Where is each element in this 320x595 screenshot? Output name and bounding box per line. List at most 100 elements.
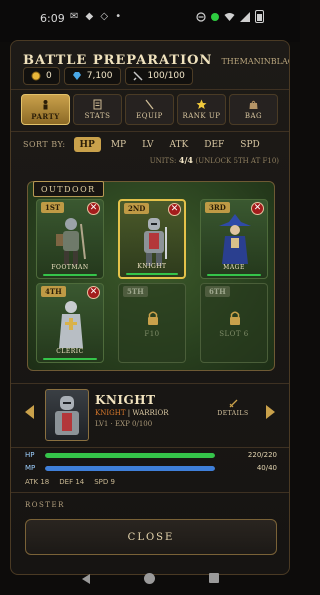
rank-badge: 4TH <box>41 286 66 297</box>
unit-stats: ATK 18 DEF 14 SPD 9 <box>25 478 115 486</box>
atk-stat: ATK 18 <box>25 478 50 486</box>
mp-value: 40/40 <box>256 464 277 472</box>
tab-bag[interactable]: BAG <box>229 94 278 125</box>
units-note: (UNLOCK 5TH AT F10) <box>195 157 279 165</box>
sort-spd-button[interactable]: SPD <box>234 137 265 152</box>
slot-label: SLOT 6 <box>219 330 249 338</box>
sort-mp-button[interactable]: MP <box>105 137 132 152</box>
resource-bar: 0 7,100 100/100 <box>23 67 193 85</box>
def-stat: DEF 14 <box>59 478 85 486</box>
slot-locked-6: 6TH SLOT 6 <box>200 283 268 363</box>
bag-icon <box>249 100 258 109</box>
slot-cleric[interactable]: 4TH ✕ CLERIC <box>36 283 104 363</box>
divider <box>11 492 289 493</box>
tab-label: EQUIP <box>136 112 163 120</box>
status-icons <box>196 10 264 23</box>
gem-value: 7,100 <box>86 71 113 81</box>
remove-unit-button[interactable]: ✕ <box>168 203 181 216</box>
notification-icons: ✉ ◆ ◇ • <box>70 11 124 22</box>
gem-counter: 7,100 <box>63 67 121 85</box>
gem-icon <box>72 72 81 80</box>
stamina-counter: 100/100 <box>124 67 193 85</box>
formation-field: OUTDOOR 1ST ✕ FOOTMAN 2ND ✕ KNIGHT 3RD ✕… <box>27 181 275 371</box>
stamina-value: 100/100 <box>147 71 185 81</box>
sort-lv-button[interactable]: LV <box>136 137 159 152</box>
stamina-icon <box>132 71 143 81</box>
mp-bar-fill <box>45 465 215 471</box>
divider <box>11 447 289 448</box>
slot-mage[interactable]: 3RD ✕ MAGE <box>200 199 268 279</box>
unit-name: MAGE <box>223 264 245 271</box>
coin-icon <box>31 71 41 81</box>
mp-label: MP <box>25 464 36 472</box>
divider <box>11 131 289 132</box>
coin-counter: 0 <box>23 67 60 85</box>
units-label: UNITS: <box>149 157 177 165</box>
selected-unit-detail: KNIGHT KNIGHT | WARRIOR LV1 · EXP 0/100 … <box>11 385 289 445</box>
rank-badge: 3RD <box>205 202 230 213</box>
recording-indicator-icon <box>211 12 219 21</box>
spd-stat: SPD 9 <box>94 478 115 486</box>
cleric-sprite <box>59 301 83 348</box>
party-icon <box>43 99 48 109</box>
close-button[interactable]: CLOSE <box>25 519 277 555</box>
unit-role: | WARRIOR <box>127 409 169 417</box>
tab-stats[interactable]: STATS <box>73 94 122 125</box>
details-button[interactable]: DETAILS <box>213 399 253 417</box>
sort-hp-button[interactable]: HP <box>73 137 101 152</box>
back-icon[interactable] <box>82 574 90 584</box>
remove-unit-button[interactable]: ✕ <box>251 202 264 215</box>
tab-party[interactable]: PARTY <box>21 94 70 125</box>
mp-bar-row: MP 40/40 <box>25 463 277 473</box>
rank-badge: 2ND <box>124 203 150 214</box>
footman-sprite <box>56 218 86 265</box>
slot-locked-5: 5TH F10 <box>118 283 186 363</box>
star-icon <box>196 99 207 109</box>
wifi-icon <box>224 12 235 21</box>
slot-footman[interactable]: 1ST ✕ FOOTMAN <box>36 199 104 279</box>
slot-knight[interactable]: 2ND ✕ KNIGHT <box>118 199 186 279</box>
unit-name: FOOTMAN <box>51 264 89 271</box>
unit-hp-bar <box>126 273 178 275</box>
page-title: BATTLE PREPARATION <box>23 53 213 68</box>
tab-label: RANK UP <box>182 112 221 120</box>
sort-def-button[interactable]: DEF <box>198 137 230 152</box>
tab-label: STATS <box>84 112 111 120</box>
tab-equip[interactable]: EQUIP <box>125 94 174 125</box>
stats-icon <box>93 99 102 110</box>
unit-hp-bar <box>43 274 97 276</box>
sort-bar: SORT BY: HP MP LV ATK DEF SPD <box>23 137 266 152</box>
home-icon[interactable] <box>144 573 155 584</box>
previous-unit-button[interactable] <box>25 405 34 419</box>
tab-label: PARTY <box>31 111 60 121</box>
status-time: 6:09 <box>40 12 65 25</box>
hp-bar-track <box>45 452 215 458</box>
unit-class: KNIGHT | WARRIOR <box>95 409 169 417</box>
coin-value: 0 <box>46 71 52 81</box>
recent-apps-icon[interactable] <box>209 573 219 583</box>
navigation-bar <box>0 562 300 595</box>
unit-portrait <box>45 389 89 441</box>
rank-badge: 5TH <box>123 286 148 297</box>
panel-header: BATTLE PREPARATION THEMANINBLACK · LV 1 <box>23 49 289 69</box>
hp-label: HP <box>25 451 35 459</box>
mage-sprite <box>219 214 251 264</box>
sword-icon <box>145 99 154 110</box>
sort-atk-button[interactable]: ATK <box>164 137 195 152</box>
dnd-icon <box>196 11 206 22</box>
hp-value: 220/220 <box>247 451 277 459</box>
divider <box>11 89 289 90</box>
remove-unit-button[interactable]: ✕ <box>87 202 100 215</box>
remove-unit-button[interactable]: ✕ <box>87 286 100 299</box>
tab-rank-up[interactable]: RANK UP <box>177 94 226 125</box>
signal-icon <box>240 11 250 22</box>
lock-icon <box>148 311 158 325</box>
sword-icon <box>229 399 237 408</box>
unit-hp-bar <box>43 358 97 360</box>
battery-icon <box>255 10 264 23</box>
next-unit-button[interactable] <box>266 405 275 419</box>
rank-badge: 1ST <box>41 202 65 213</box>
lock-icon <box>230 311 240 325</box>
status-bar: 6:09 ✉ ◆ ◇ • <box>0 0 300 42</box>
terrain-label: OUTDOOR <box>33 181 104 197</box>
